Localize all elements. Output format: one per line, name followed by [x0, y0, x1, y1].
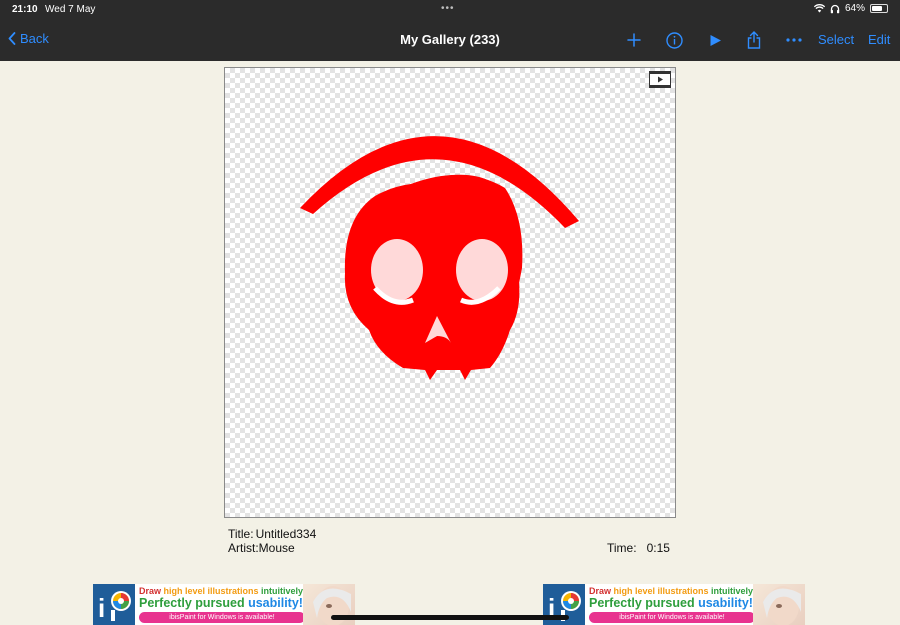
status-time: 21:10: [12, 4, 38, 15]
battery-icon: [870, 4, 888, 13]
toolbar: Select Edit: [0, 26, 900, 54]
navigation-bar: Back My Gallery (233) Select Edit: [0, 20, 900, 61]
artist-value: Mouse: [258, 541, 295, 555]
ad-banner-left[interactable]: i Draw high level illustrations intuitiv…: [93, 584, 355, 625]
time-value: 0:15: [646, 541, 670, 555]
ad-line-3: ibisPaint for Windows is available!: [139, 612, 305, 623]
status-bar: 21:10 Wed 7 May ••• 64%: [0, 0, 900, 20]
select-button[interactable]: Select: [818, 32, 854, 47]
status-right: 64%: [813, 3, 888, 14]
play-button[interactable]: [702, 26, 728, 54]
svg-text:i: i: [98, 593, 105, 623]
add-icon: [627, 33, 641, 47]
ad-line-3: ibisPaint for Windows is available!: [589, 612, 755, 623]
play-icon: [710, 34, 721, 46]
ad-banner-right[interactable]: i Draw high level illustrations intuitiv…: [543, 584, 805, 625]
ad-character-image: [753, 584, 805, 625]
artwork-time: Time: 0:15: [607, 541, 670, 555]
title-value: Untitled334: [255, 527, 317, 541]
artwork-artist: Artist:Mouse: [228, 541, 295, 555]
artwork-canvas[interactable]: [224, 67, 676, 518]
skull-artwork: [300, 136, 579, 380]
info-button[interactable]: [661, 26, 687, 54]
home-indicator[interactable]: [331, 615, 569, 620]
more-icon: [786, 38, 802, 42]
wifi-icon: [813, 4, 825, 13]
ad-line-2: Perfectly pursued usability!: [139, 596, 303, 610]
headphones-icon: [830, 4, 840, 13]
artwork-title: Title: Untitled334: [228, 527, 316, 541]
status-date: Wed 7 May: [45, 4, 96, 15]
artist-label: Artist:: [228, 541, 259, 555]
info-icon: [665, 31, 683, 49]
ad-line-2: Perfectly pursued usability!: [589, 596, 753, 610]
ibispaint-logo-icon: i: [93, 584, 135, 625]
ad-line-1: Draw high level illustrations intuitivel…: [589, 586, 757, 596]
edit-button[interactable]: Edit: [868, 32, 890, 47]
time-label: Time:: [607, 541, 637, 555]
share-icon: [747, 31, 761, 49]
battery-percent: 64%: [844, 3, 865, 14]
ad-line-1: Draw high level illustrations intuitivel…: [139, 586, 307, 596]
share-button[interactable]: [741, 26, 767, 54]
more-button[interactable]: [781, 26, 807, 54]
title-label: Title:: [228, 527, 254, 541]
multitasking-dots-icon[interactable]: •••: [441, 3, 455, 14]
add-button[interactable]: [621, 26, 647, 54]
